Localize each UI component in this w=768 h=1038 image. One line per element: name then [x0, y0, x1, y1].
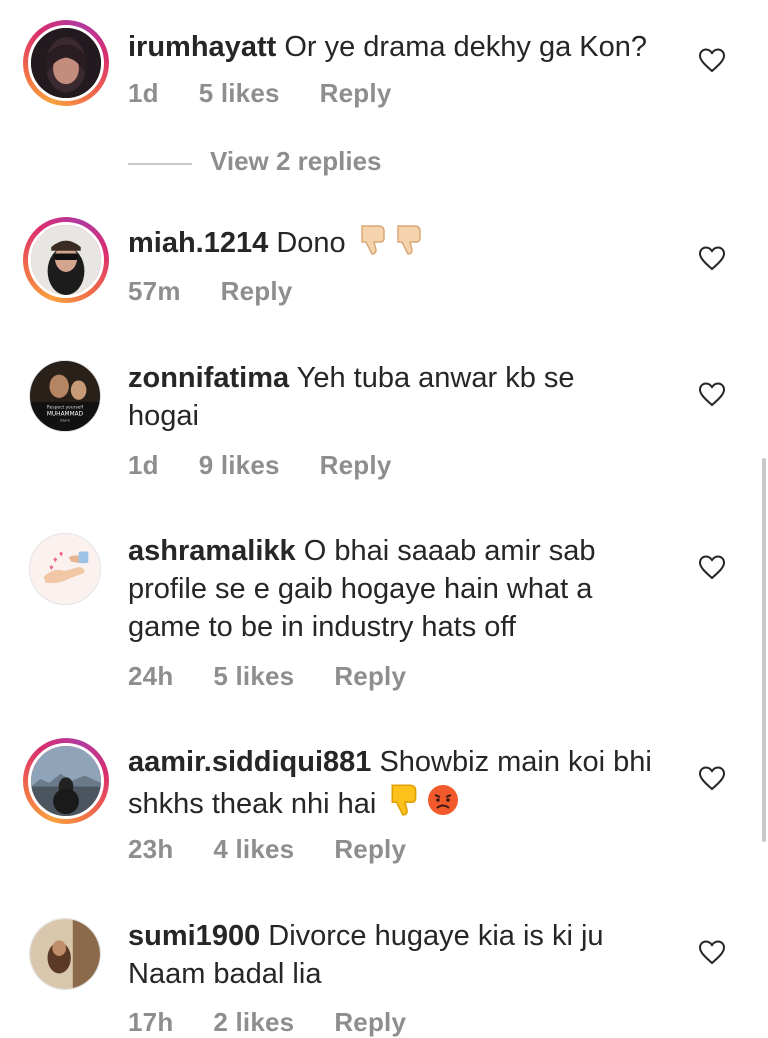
heart-icon[interactable] — [698, 939, 726, 965]
reply-button[interactable]: Reply — [221, 276, 293, 306]
username[interactable]: aamir.siddiqui881 — [128, 746, 371, 778]
scrollbar[interactable] — [762, 458, 766, 842]
heart-icon[interactable] — [698, 554, 726, 580]
comment-body: Dono — [276, 227, 346, 259]
timestamp: 57m — [128, 276, 181, 306]
reply-button[interactable]: Reply — [320, 450, 392, 480]
likes-count[interactable]: 9 likes — [199, 450, 280, 480]
angry-face-icon — [426, 783, 460, 827]
avatar[interactable] — [23, 20, 109, 106]
reply-button[interactable]: Reply — [320, 78, 392, 108]
divider — [128, 163, 192, 165]
username[interactable]: sumi1900 — [128, 920, 260, 952]
username[interactable]: miah.1214 — [128, 227, 268, 259]
avatar[interactable]: Respect yourself MUHAMMAD Islam — [29, 360, 101, 432]
avatar[interactable] — [29, 918, 101, 990]
comment-text: ashramalikk O bhai saaab amir sab profil… — [128, 532, 668, 646]
reply-button[interactable]: Reply — [334, 661, 406, 691]
thumbs-down-icon — [394, 222, 426, 266]
timestamp: 24h — [128, 661, 174, 691]
comment-body: Or ye drama dekhy ga Kon? — [284, 31, 648, 63]
avatar[interactable] — [29, 533, 101, 605]
likes-count[interactable]: 2 likes — [213, 1007, 294, 1037]
thumbs-down-icon — [358, 222, 390, 266]
comment-text: miah.1214 Dono — [128, 222, 688, 266]
avatar[interactable] — [23, 217, 109, 303]
avatar-caption: Respect yourself — [47, 405, 84, 411]
comment-text: sumi1900 Divorce hugaye kia is ki ju Naa… — [128, 917, 658, 993]
heart-icon[interactable] — [698, 765, 726, 791]
username[interactable]: ashramalikk — [128, 535, 296, 567]
likes-count[interactable]: 4 likes — [213, 834, 294, 864]
thumbs-down-icon — [388, 781, 422, 827]
timestamp: 1d — [128, 450, 159, 480]
heart-icon[interactable] — [698, 381, 726, 407]
avatar[interactable] — [23, 738, 109, 824]
heart-icon[interactable] — [698, 47, 726, 73]
comment-text: aamir.siddiqui881 Showbiz main koi bhi s… — [128, 743, 658, 827]
timestamp: 23h — [128, 834, 174, 864]
reply-button[interactable]: Reply — [334, 1007, 406, 1037]
avatar-caption: Islam — [60, 417, 71, 422]
timestamp: 17h — [128, 1007, 174, 1037]
username[interactable]: irumhayatt — [128, 31, 276, 63]
heart-icon[interactable] — [698, 245, 726, 271]
reply-button[interactable]: Reply — [334, 834, 406, 864]
username[interactable]: zonnifatima — [128, 362, 289, 394]
likes-count[interactable]: 5 likes — [213, 661, 294, 691]
comment-text: zonnifatima Yeh tuba anwar kb se hogai — [128, 359, 628, 435]
likes-count[interactable]: 5 likes — [199, 78, 280, 108]
timestamp: 1d — [128, 78, 159, 108]
comment-text: irumhayatt Or ye drama dekhy ga Kon? — [128, 28, 688, 66]
